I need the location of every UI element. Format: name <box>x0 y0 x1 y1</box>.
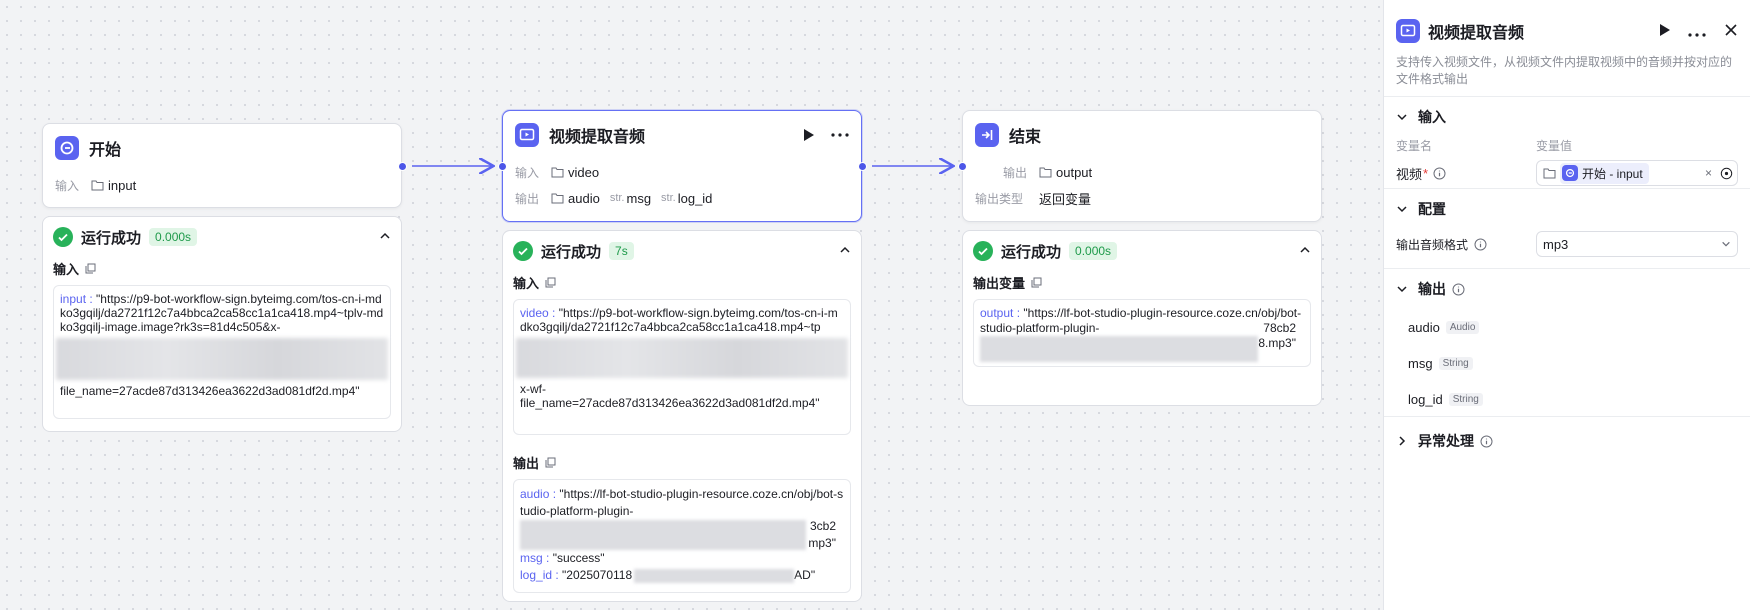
copy-icon[interactable] <box>545 277 556 288</box>
video-input-port[interactable] <box>498 162 507 171</box>
chevron-down-icon[interactable] <box>1396 203 1408 215</box>
end-input-port[interactable] <box>958 162 967 171</box>
panel-title: 视频提取音频 <box>1428 25 1525 42</box>
config-section-title: 配置 <box>1418 201 1446 217</box>
blurred-region <box>634 568 795 583</box>
start-output-port[interactable] <box>398 162 407 171</box>
success-check-icon <box>513 241 533 261</box>
chevron-down-icon[interactable] <box>1396 283 1408 295</box>
error-handling-title[interactable]: 异常处理 <box>1418 431 1474 451</box>
end-result-status: 运行成功 <box>1001 243 1062 261</box>
end-result-content: output : "https://lf-bot-studio-plugin-r… <box>973 299 1311 367</box>
start-icon <box>1562 165 1578 181</box>
folder-icon <box>551 193 564 204</box>
end-node-title: 结束 <box>1009 129 1042 146</box>
more-options-icon[interactable] <box>831 133 849 137</box>
start-input-label: 输入 <box>55 178 80 193</box>
start-result-input-title: 输入 <box>53 261 80 277</box>
start-node[interactable]: 开始 输入 input <box>42 123 407 208</box>
video-output-audio: audio <box>551 191 600 206</box>
start-result-key: input <box>60 292 87 306</box>
video-result-output-title: 输出 <box>513 455 540 471</box>
video-audio-icon <box>1396 19 1420 43</box>
close-icon[interactable] <box>1724 23 1738 37</box>
chevron-down-icon[interactable] <box>1396 111 1408 123</box>
workflow-canvas[interactable]: 开始 输入 input 运行成功 0.000s 输入 input : "http… <box>0 0 1383 610</box>
video-audio-icon <box>515 123 539 147</box>
video-input-var: video <box>551 165 599 180</box>
output-item-msg: msg String <box>1396 345 1738 381</box>
end-result-time: 0.000s <box>1069 242 1118 260</box>
format-select[interactable]: mp3 <box>1536 231 1738 257</box>
run-node-icon[interactable] <box>1659 23 1671 37</box>
video-extract-node[interactable]: 视频提取音频 输入 video 输出 audio str. msg str. log… <box>498 110 867 222</box>
more-options-icon[interactable] <box>1688 32 1706 37</box>
output-item-logid: log_id String <box>1396 381 1738 417</box>
end-type-label: 输出类型 <box>975 191 1024 206</box>
end-output-var: output <box>1039 165 1092 180</box>
start-result-time: 0.000s <box>149 228 198 246</box>
col-name-header: 变量名 <box>1396 139 1433 153</box>
collapse-chevron-icon[interactable] <box>839 244 851 259</box>
folder-icon <box>1039 167 1052 178</box>
video-ref-input[interactable]: 开始 - input × <box>1536 160 1738 186</box>
chevron-right-icon[interactable] <box>1396 435 1408 447</box>
start-result-content: input : "https://p9-bot-workflow-sign.by… <box>53 285 391 419</box>
info-icon <box>1480 435 1493 447</box>
output-item-audio: audio Audio <box>1396 309 1738 345</box>
ref-tag: 开始 - input <box>1560 162 1649 184</box>
copy-icon[interactable] <box>545 457 556 468</box>
blurred-region <box>980 336 1258 362</box>
blurred-region <box>520 520 806 550</box>
info-icon <box>1452 283 1465 295</box>
video-field-label: 视频 * <box>1396 164 1536 183</box>
end-result-panel: 运行成功 0.000s 输出变量 output : "https://lf-bo… <box>962 230 1322 406</box>
start-result-status: 运行成功 <box>81 229 142 247</box>
folder-icon <box>1543 168 1556 179</box>
end-node[interactable]: 结束 输出 output 输出类型 返回变量 <box>958 110 1322 222</box>
blurred-region <box>516 338 848 378</box>
col-value-header: 变量值 <box>1536 139 1573 153</box>
end-output-label: 输出 <box>1002 165 1027 180</box>
video-result-input-title: 输入 <box>513 275 540 291</box>
success-check-icon <box>53 227 73 247</box>
format-label: 输出音频格式 <box>1396 236 1536 253</box>
end-icon <box>975 123 999 147</box>
video-result-panel: 运行成功 7s 输入 video : "https://p9-bot-workf… <box>502 230 862 602</box>
video-output-logid: str. log_id <box>661 190 713 206</box>
video-output-port[interactable] <box>858 162 867 171</box>
start-node-title: 开始 <box>89 142 122 159</box>
video-output-msg: str. msg <box>609 190 652 206</box>
end-result-title: 输出变量 <box>973 275 1026 291</box>
folder-icon <box>551 167 564 178</box>
success-check-icon <box>973 241 993 261</box>
video-node-title: 视频提取音频 <box>549 129 646 146</box>
collapse-chevron-icon[interactable] <box>1299 244 1311 259</box>
end-type-value: 返回变量 <box>1039 191 1092 207</box>
chevron-down-icon <box>1722 241 1730 247</box>
video-result-status: 运行成功 <box>541 243 602 261</box>
collapse-chevron-icon[interactable] <box>379 230 391 245</box>
variable-picker-icon[interactable] <box>1720 167 1733 180</box>
start-input-var: input <box>91 178 136 193</box>
start-icon <box>55 136 79 160</box>
blurred-region <box>56 338 388 380</box>
video-result-output-content: audio : "https://lf-bot-studio-plugin-re… <box>513 479 851 593</box>
panel-description: 支持传入视频文件，从视频文件内提取视频中的音频并按对应的文件格式输出 <box>1396 55 1733 86</box>
node-config-panel: 视频提取音频 支持传入视频文件，从视频文件内提取视频中的音频并按对应的文件格式输… <box>1383 0 1750 610</box>
output-section-title: 输出 <box>1418 281 1446 297</box>
start-result-panel: 运行成功 0.000s 输入 input : "https://p9-bot-w… <box>42 216 402 432</box>
clear-icon[interactable]: × <box>1705 166 1712 180</box>
folder-icon <box>91 180 104 191</box>
video-result-input-content: video : "https://p9-bot-workflow-sign.by… <box>513 299 851 435</box>
info-icon <box>1433 167 1446 179</box>
run-node-icon[interactable] <box>803 128 815 142</box>
info-icon <box>1474 238 1487 250</box>
copy-icon[interactable] <box>85 263 96 274</box>
video-output-label: 输出 <box>515 191 540 206</box>
input-section-title: 输入 <box>1418 109 1446 125</box>
copy-icon[interactable] <box>1031 277 1042 288</box>
video-input-label: 输入 <box>515 165 540 180</box>
video-result-time: 7s <box>609 242 634 260</box>
